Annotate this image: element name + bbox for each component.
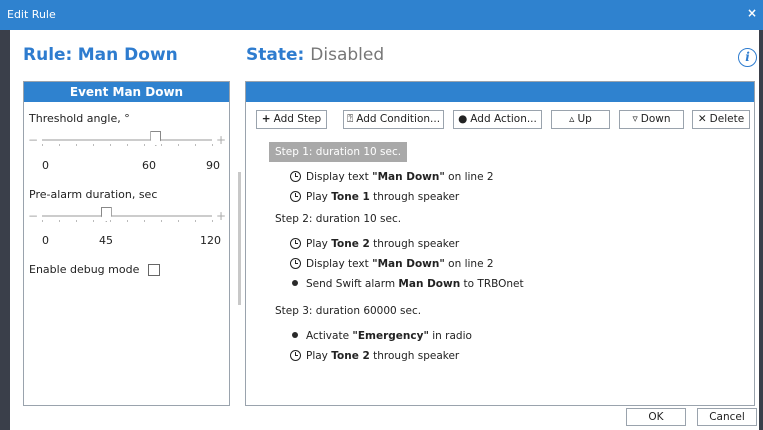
threshold-slider[interactable]: − +	[28, 131, 226, 148]
up-label: Up	[577, 113, 592, 125]
slider-tick	[144, 144, 145, 146]
prealarm-slider[interactable]: − +	[28, 207, 226, 224]
clock-icon	[290, 238, 301, 249]
clock-icon	[290, 171, 301, 182]
ok-button[interactable]: OK	[626, 408, 686, 426]
threshold-label: Threshold angle, °	[29, 112, 130, 125]
slider-tick	[212, 220, 213, 222]
slider-tick	[59, 220, 60, 222]
rule-heading: Rule: Man Down	[23, 45, 178, 65]
slider-tick	[59, 144, 60, 146]
slider-tick	[127, 144, 128, 146]
dot-icon	[292, 280, 298, 286]
down-button[interactable]: ▿ Down	[619, 110, 684, 129]
window-frame-left	[0, 30, 10, 430]
slider-tick	[42, 220, 43, 222]
info-icon[interactable]: i	[738, 48, 757, 67]
add-step-button[interactable]: + Add Step	[256, 110, 327, 129]
clock-icon	[290, 191, 301, 202]
slider-track	[42, 139, 212, 141]
state-value: Disabled	[310, 45, 385, 65]
window-title: Edit Rule	[7, 8, 56, 21]
add-step-label: Add Step	[273, 113, 322, 125]
step-action[interactable]: Display text "Man Down" on line 2	[290, 170, 494, 184]
prealarm-max: 120	[200, 234, 221, 247]
step-action[interactable]: Activate "Emergency" in radio	[290, 329, 472, 343]
slider-track	[42, 215, 212, 217]
threshold-mid: 60	[142, 159, 156, 172]
down-label: Down	[640, 113, 671, 125]
slider-tick	[178, 220, 179, 222]
step-action[interactable]: Play Tone 1 through speaker	[290, 190, 459, 204]
minus-icon[interactable]: −	[28, 134, 38, 146]
title-bar: Edit Rule ×	[0, 0, 763, 30]
debug-mode-label: Enable debug mode	[29, 263, 140, 276]
question-icon: ⍰	[346, 113, 354, 125]
delete-label: Delete	[709, 113, 745, 125]
slider-tick	[161, 220, 162, 222]
slider-thumb[interactable]	[150, 131, 162, 146]
prealarm-min: 0	[42, 234, 49, 247]
threshold-min: 0	[42, 159, 49, 172]
slider-tick	[93, 144, 94, 146]
slider-tick	[110, 144, 111, 146]
slider-tick	[144, 220, 145, 222]
slider-tick	[76, 144, 77, 146]
threshold-max: 90	[206, 159, 220, 172]
prealarm-label: Pre-alarm duration, sec	[29, 188, 158, 201]
close-icon[interactable]: ×	[747, 6, 757, 20]
slider-tick	[76, 220, 77, 222]
plus-icon[interactable]: +	[216, 210, 226, 222]
add-condition-label: Add Condition...	[356, 113, 441, 125]
clock-icon	[290, 350, 301, 361]
slider-tick	[110, 220, 111, 222]
triangle-down-icon: ▿	[632, 113, 638, 125]
steps-panel: + Add Step ⍰ Add Condition... ● Add Action.…	[245, 81, 755, 406]
step-action[interactable]: Play Tone 2 through speaker	[290, 237, 459, 251]
dot-icon: ●	[458, 113, 468, 125]
event-panel: Event Man Down Threshold angle, ° − + 0 …	[23, 81, 230, 406]
slider-tick	[195, 144, 196, 146]
triangle-up-icon: ▵	[569, 113, 575, 125]
step-action[interactable]: Display text "Man Down" on line 2	[290, 257, 494, 271]
step-header[interactable]: Step 1: duration 10 sec.	[269, 142, 408, 162]
window-frame-right	[759, 30, 763, 430]
slider-tick	[178, 144, 179, 146]
slider-tick	[127, 220, 128, 222]
plus-icon: +	[261, 113, 271, 125]
step-header[interactable]: Step 3: duration 60000 sec.	[275, 301, 421, 321]
slider-tick	[212, 144, 213, 146]
clock-icon	[290, 258, 301, 269]
slider-tick	[195, 220, 196, 222]
cancel-button[interactable]: Cancel	[697, 408, 757, 426]
slider-tick	[93, 220, 94, 222]
step-action[interactable]: Play Tone 2 through speaker	[290, 349, 459, 363]
close-icon: ✕	[697, 113, 707, 125]
rule-name: Man Down	[77, 45, 178, 65]
state-label: State:	[246, 45, 305, 65]
add-condition-button[interactable]: ⍰ Add Condition...	[343, 110, 444, 129]
steps-panel-header	[246, 82, 754, 102]
step-header[interactable]: Step 2: duration 10 sec.	[275, 209, 401, 229]
plus-icon[interactable]: +	[216, 134, 226, 146]
dot-icon	[292, 332, 298, 338]
slider-tick	[161, 144, 162, 146]
slider-tick	[42, 144, 43, 146]
minus-icon[interactable]: −	[28, 210, 38, 222]
debug-mode-checkbox[interactable]	[148, 264, 160, 276]
prealarm-mid: 45	[99, 234, 113, 247]
up-button[interactable]: ▵ Up	[551, 110, 610, 129]
steps-toolbar: + Add Step ⍰ Add Condition... ● Add Action.…	[246, 110, 754, 130]
delete-button[interactable]: ✕ Delete	[692, 110, 750, 129]
step-action[interactable]: Send Swift alarm Man Down to TRBOnet	[290, 277, 524, 291]
add-action-button[interactable]: ● Add Action...	[453, 110, 542, 129]
add-action-label: Add Action...	[470, 113, 537, 125]
state-heading: State: Disabled	[246, 45, 384, 65]
panel-splitter[interactable]	[238, 172, 241, 305]
event-panel-header: Event Man Down	[24, 82, 229, 102]
rule-label: Rule:	[23, 45, 73, 65]
